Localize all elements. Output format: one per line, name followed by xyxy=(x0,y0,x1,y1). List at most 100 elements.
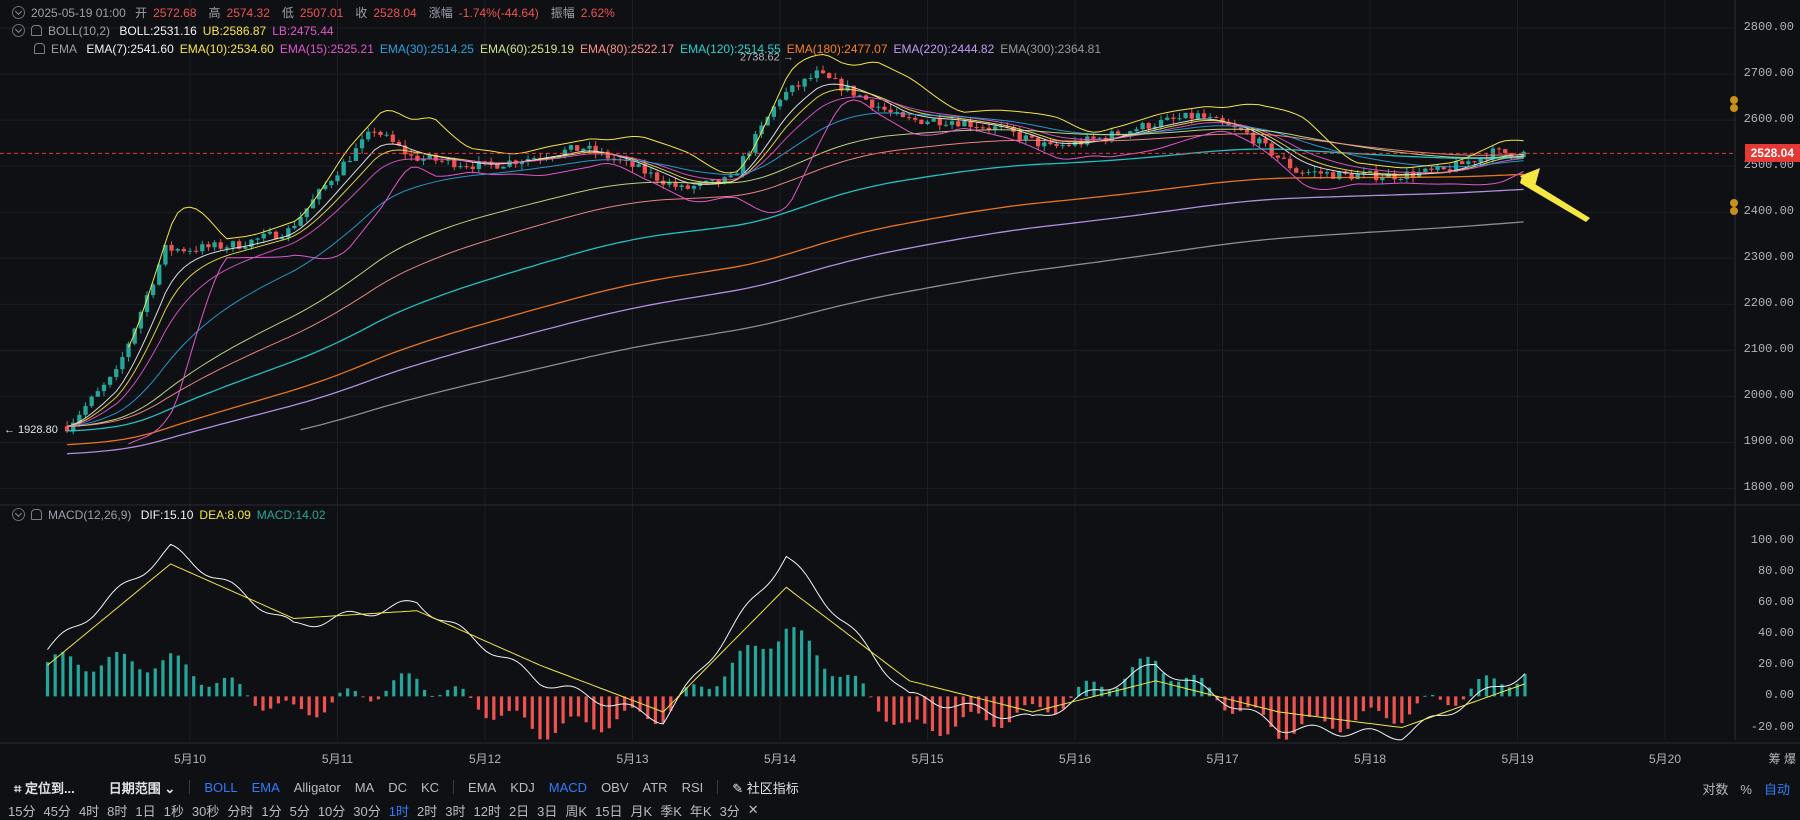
time-axis-tick: 5月15 xyxy=(911,752,944,766)
macd-histogram-bar xyxy=(530,696,534,729)
timeframe-option[interactable]: 15分 xyxy=(8,801,35,820)
ema-120-line xyxy=(67,148,1524,432)
candle-body xyxy=(1460,161,1465,165)
candle-body xyxy=(833,78,838,80)
timeframe-option[interactable]: 4时 xyxy=(79,801,99,820)
price-axis-tick: 2100.00 xyxy=(1743,342,1794,357)
sub-indicator-macd[interactable]: MACD xyxy=(549,780,587,795)
macd-histogram-bar xyxy=(253,696,257,706)
ohlc-label: 振幅 xyxy=(550,6,575,20)
main-indicator-alligator[interactable]: Alligator xyxy=(294,780,341,795)
macd-histogram-bar xyxy=(838,676,842,697)
sub-indicator-obv[interactable]: OBV xyxy=(601,780,628,795)
timeframe-option[interactable]: 30分 xyxy=(353,801,380,820)
time-axis-tick: 5月13 xyxy=(616,752,649,766)
timeframe-option[interactable]: 月K xyxy=(631,801,653,820)
timeframe-option[interactable]: 2日 xyxy=(509,801,529,820)
timeframe-option[interactable]: 1时 xyxy=(389,801,409,820)
event-marker-icon[interactable] xyxy=(1730,96,1738,104)
timeframe-option[interactable]: 季K xyxy=(660,801,682,820)
macd-histogram-bar xyxy=(807,640,811,697)
timeframe-option[interactable]: 周K xyxy=(565,801,587,820)
timeframe-option[interactable]: 10分 xyxy=(318,801,345,820)
timeframe-option[interactable]: 12时 xyxy=(473,801,500,820)
main-indicator-ma[interactable]: MA xyxy=(355,780,375,795)
liquidation-label[interactable]: 爆 xyxy=(1784,752,1796,766)
macd-histogram-bar xyxy=(1292,696,1296,734)
timeframe-option[interactable]: 3日 xyxy=(537,801,557,820)
timeframe-option[interactable]: 分时 xyxy=(227,801,253,820)
candle-body xyxy=(1423,168,1428,172)
candle-body xyxy=(101,384,107,392)
macd-histogram-bar xyxy=(907,696,911,723)
timeframe-option[interactable]: 1日 xyxy=(135,801,155,820)
legend-item: MACD:14.02 xyxy=(256,508,326,522)
timeframe-option[interactable]: 15日 xyxy=(595,801,622,820)
candle-body xyxy=(1496,148,1502,150)
macd-histogram-bar xyxy=(1015,696,1019,713)
close-icon[interactable]: ✕ xyxy=(748,802,759,818)
timeframe-option[interactable]: 1秒 xyxy=(164,801,184,820)
candle-body xyxy=(1355,174,1360,180)
macd-histogram-bar xyxy=(430,695,434,697)
locate-button[interactable]: ⌗ 定位到... xyxy=(14,778,75,797)
candle-body xyxy=(870,99,875,108)
timeframe-option[interactable]: 2时 xyxy=(417,801,437,820)
candle-body xyxy=(581,148,586,151)
community-indicators-button[interactable]: ✎ 社区指标 xyxy=(732,778,799,797)
candle-body xyxy=(458,166,463,168)
chips-label[interactable]: 筹 xyxy=(1769,752,1781,766)
timeframe-option[interactable]: 3分 xyxy=(720,801,740,820)
collapse-icon[interactable] xyxy=(12,508,25,521)
sub-indicator-atr[interactable]: ATR xyxy=(643,780,668,795)
candle-body xyxy=(353,148,359,161)
event-marker-icon[interactable] xyxy=(1730,207,1738,215)
scale-option[interactable]: 对数 xyxy=(1702,782,1728,797)
timeframe-option[interactable]: 5分 xyxy=(290,801,310,820)
candle-body xyxy=(501,166,506,169)
main-indicator-boll[interactable]: BOLL xyxy=(204,780,237,795)
scale-option[interactable]: % xyxy=(1740,782,1752,797)
sub-indicator-rsi[interactable]: RSI xyxy=(682,780,704,795)
macd-histogram-bar xyxy=(407,673,411,697)
timeframe-option[interactable]: 30秒 xyxy=(192,801,219,820)
candle-body xyxy=(962,121,967,127)
ohlc-value: 2528.04 xyxy=(373,6,417,20)
scale-option[interactable]: 自动 xyxy=(1764,782,1790,797)
candle-body xyxy=(439,160,445,162)
sub-indicator-ema[interactable]: EMA xyxy=(468,780,496,795)
timeframe-option[interactable]: 8时 xyxy=(107,801,127,820)
macd-histogram-bar xyxy=(915,696,919,720)
collapse-icon[interactable] xyxy=(12,6,25,19)
main-indicator-ema[interactable]: EMA xyxy=(252,780,280,795)
bell-icon[interactable] xyxy=(31,509,42,520)
candle-body xyxy=(193,250,199,252)
timeframe-option[interactable]: 45分 xyxy=(43,801,70,820)
bell-icon[interactable] xyxy=(31,25,42,36)
candle-body xyxy=(1398,179,1403,181)
event-marker-icon[interactable] xyxy=(1730,199,1738,207)
main-indicator-dc[interactable]: DC xyxy=(388,780,407,795)
macd-histogram-bar xyxy=(153,668,157,697)
main-indicator-kc[interactable]: KC xyxy=(421,780,439,795)
legend-item: LB:2475.44 xyxy=(272,24,334,38)
time-axis-tick: 5月14 xyxy=(763,752,797,766)
timeframe-option[interactable]: 1分 xyxy=(261,801,281,820)
chart-canvas[interactable]: 2738.62 →← 1928.80 xyxy=(0,0,1800,775)
event-marker-icon[interactable] xyxy=(1730,104,1738,112)
candle-body xyxy=(679,185,684,187)
candle-body xyxy=(587,145,592,149)
date-range-button[interactable]: 日期范围 ⌄ xyxy=(109,778,176,797)
bell-icon[interactable] xyxy=(34,43,45,54)
timeframe-option[interactable]: 3时 xyxy=(445,801,465,820)
candle-body xyxy=(372,131,377,133)
macd-histogram-bar xyxy=(1192,674,1196,697)
ohlc-item: 涨幅 -1.74%(-44.64) xyxy=(429,6,545,20)
timeframe-option[interactable]: 年K xyxy=(690,801,712,820)
sub-indicator-kdj[interactable]: KDJ xyxy=(510,780,535,795)
candle-body xyxy=(986,127,992,130)
macd-histogram-bar xyxy=(99,665,103,697)
macd-histogram-bar xyxy=(261,696,265,711)
collapse-icon[interactable] xyxy=(12,24,25,37)
macd-histogram-bar xyxy=(723,676,727,697)
